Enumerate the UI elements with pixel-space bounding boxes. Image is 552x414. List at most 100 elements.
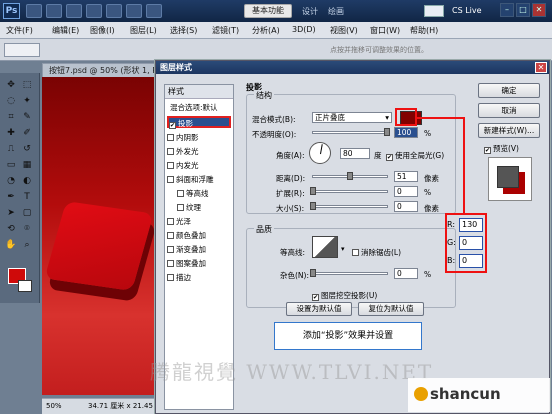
set-default-button[interactable]: 设置为默认值 bbox=[286, 302, 352, 316]
noise-input[interactable]: 0 bbox=[394, 268, 418, 279]
workspace-essentials-button[interactable]: 基本功能 bbox=[244, 4, 292, 18]
style-inner-shadow[interactable]: 内阴影 bbox=[167, 132, 231, 144]
checkbox[interactable] bbox=[167, 176, 174, 183]
search-input[interactable] bbox=[424, 5, 444, 17]
zoom-tool-icon[interactable]: ⌕ bbox=[20, 239, 34, 251]
style-bevel-emboss[interactable]: 斜面和浮雕 bbox=[167, 174, 231, 186]
blend-mode-select[interactable]: 正片叠底 ▾ bbox=[312, 112, 392, 123]
slider-thumb[interactable] bbox=[310, 269, 316, 277]
menu-filter[interactable]: 滤镜(T) bbox=[212, 25, 239, 36]
rotate-view-icon[interactable] bbox=[106, 4, 122, 18]
menu-help[interactable]: 帮助(H) bbox=[410, 25, 438, 36]
checkbox[interactable] bbox=[352, 249, 359, 256]
checkbox[interactable] bbox=[177, 204, 184, 211]
crop-tool-icon[interactable]: ⌗ bbox=[4, 111, 18, 123]
3d-rotate-icon[interactable]: ⟲ bbox=[4, 223, 18, 235]
checkbox-checked[interactable]: ✔ bbox=[484, 147, 491, 154]
menu-select[interactable]: 选择(S) bbox=[170, 25, 197, 36]
opacity-slider[interactable] bbox=[312, 128, 390, 136]
opacity-input[interactable]: 100 bbox=[394, 127, 418, 138]
zoom-level-icon[interactable] bbox=[66, 4, 82, 18]
knockout-checkbox[interactable]: ✔ 图层挖空投影(U) bbox=[312, 290, 377, 301]
menu-layer[interactable]: 图层(L) bbox=[130, 25, 157, 36]
angle-input[interactable]: 80 bbox=[340, 148, 370, 159]
menu-window[interactable]: 窗口(W) bbox=[370, 25, 400, 36]
pen-tool-icon[interactable]: ✒ bbox=[4, 191, 18, 203]
styles-header[interactable]: 样式 bbox=[165, 85, 233, 99]
checkbox-checked[interactable]: ✔ bbox=[169, 122, 176, 129]
bridge-icon[interactable] bbox=[26, 4, 42, 18]
checkbox[interactable] bbox=[167, 232, 174, 239]
clone-stamp-icon[interactable]: ⎍ bbox=[4, 143, 18, 155]
workspace-design-tab[interactable]: 设计 bbox=[302, 6, 318, 17]
style-stroke[interactable]: 描边 bbox=[167, 272, 231, 284]
menu-image[interactable]: 图像(I) bbox=[90, 25, 115, 36]
cs-live-button[interactable]: CS Live bbox=[452, 6, 482, 15]
style-gradient-overlay[interactable]: 渐变叠加 bbox=[167, 244, 231, 256]
menu-file[interactable]: 文件(F) bbox=[6, 25, 33, 36]
arrange-documents-icon[interactable] bbox=[126, 4, 142, 18]
slider-thumb[interactable] bbox=[384, 128, 390, 136]
angle-dial[interactable] bbox=[309, 142, 331, 164]
background-color-swatch[interactable] bbox=[18, 280, 32, 292]
distance-input[interactable]: 51 bbox=[394, 171, 418, 182]
blur-tool-icon[interactable]: ◔ bbox=[4, 175, 18, 187]
checkbox-checked[interactable]: ✔ bbox=[312, 294, 319, 301]
style-texture[interactable]: 纹理 bbox=[167, 202, 231, 214]
screen-mode-icon[interactable] bbox=[146, 4, 162, 18]
checkbox[interactable] bbox=[167, 148, 174, 155]
checkbox[interactable] bbox=[167, 134, 174, 141]
global-light-checkbox[interactable]: ✔ 使用全局光(G) bbox=[386, 150, 444, 161]
reset-default-button[interactable]: 复位为默认值 bbox=[358, 302, 424, 316]
cancel-button[interactable]: 取消 bbox=[478, 103, 540, 118]
close-button[interactable]: ✕ bbox=[532, 3, 546, 17]
eraser-icon[interactable]: ▭ bbox=[4, 159, 18, 171]
menu-3d[interactable]: 3D(D) bbox=[292, 25, 316, 34]
3d-camera-icon[interactable]: ⌾ bbox=[20, 223, 34, 235]
checkbox[interactable] bbox=[167, 246, 174, 253]
history-brush-icon[interactable]: ↺ bbox=[20, 143, 34, 155]
checkbox[interactable] bbox=[167, 162, 174, 169]
brush-tool-icon[interactable]: ✐ bbox=[20, 127, 34, 139]
style-outer-glow[interactable]: 外发光 bbox=[167, 146, 231, 158]
slider-thumb[interactable] bbox=[310, 187, 316, 195]
hand-tool-icon[interactable] bbox=[86, 4, 102, 18]
ok-button[interactable]: 确定 bbox=[478, 83, 540, 98]
style-blending-options[interactable]: 混合选项:默认 bbox=[167, 102, 231, 114]
distance-slider[interactable] bbox=[312, 172, 388, 180]
magic-wand-icon[interactable]: ✦ bbox=[20, 95, 34, 107]
style-satin[interactable]: 光泽 bbox=[167, 216, 231, 228]
spread-slider[interactable] bbox=[310, 187, 388, 195]
shape-tool-icon[interactable]: ▢ bbox=[20, 207, 34, 219]
dodge-tool-icon[interactable]: ◐ bbox=[20, 175, 34, 187]
menu-edit[interactable]: 编辑(E) bbox=[52, 25, 79, 36]
chevron-down-icon[interactable]: ▾ bbox=[341, 245, 345, 253]
contour-picker[interactable] bbox=[312, 236, 338, 258]
size-input[interactable]: 0 bbox=[394, 201, 418, 212]
path-selection-icon[interactable]: ➤ bbox=[4, 207, 18, 219]
workspace-painting-tab[interactable]: 绘画 bbox=[328, 6, 344, 17]
noise-slider[interactable] bbox=[310, 269, 388, 277]
slider-thumb[interactable] bbox=[347, 172, 353, 180]
type-tool-icon[interactable]: T bbox=[20, 191, 34, 203]
checkbox[interactable] bbox=[167, 274, 174, 281]
checkbox[interactable] bbox=[167, 260, 174, 267]
spread-input[interactable]: 0 bbox=[394, 186, 418, 197]
checkbox[interactable] bbox=[177, 190, 184, 197]
style-contour[interactable]: 等高线 bbox=[167, 188, 231, 200]
menu-analysis[interactable]: 分析(A) bbox=[252, 25, 280, 36]
preview-checkbox[interactable]: ✔ 预览(V) bbox=[484, 143, 519, 154]
style-pattern-overlay[interactable]: 图案叠加 bbox=[167, 258, 231, 270]
checkbox-checked[interactable]: ✔ bbox=[386, 154, 393, 161]
new-style-button[interactable]: 新建样式(W)... bbox=[478, 123, 540, 138]
menu-view[interactable]: 视图(V) bbox=[330, 25, 358, 36]
style-color-overlay[interactable]: 颜色叠加 bbox=[167, 230, 231, 242]
anti-alias-checkbox[interactable]: 消除锯齿(L) bbox=[352, 247, 401, 258]
gradient-icon[interactable]: ▦ bbox=[20, 159, 34, 171]
style-drop-shadow[interactable]: ✔ 投影 bbox=[167, 116, 231, 129]
mini-bridge-icon[interactable] bbox=[46, 4, 62, 18]
maximize-button[interactable]: □ bbox=[516, 3, 530, 17]
zoom-value[interactable]: 50% bbox=[46, 399, 62, 414]
eyedropper-icon[interactable]: ✎ bbox=[20, 111, 34, 123]
lasso-tool-icon[interactable]: ◌ bbox=[4, 95, 18, 107]
